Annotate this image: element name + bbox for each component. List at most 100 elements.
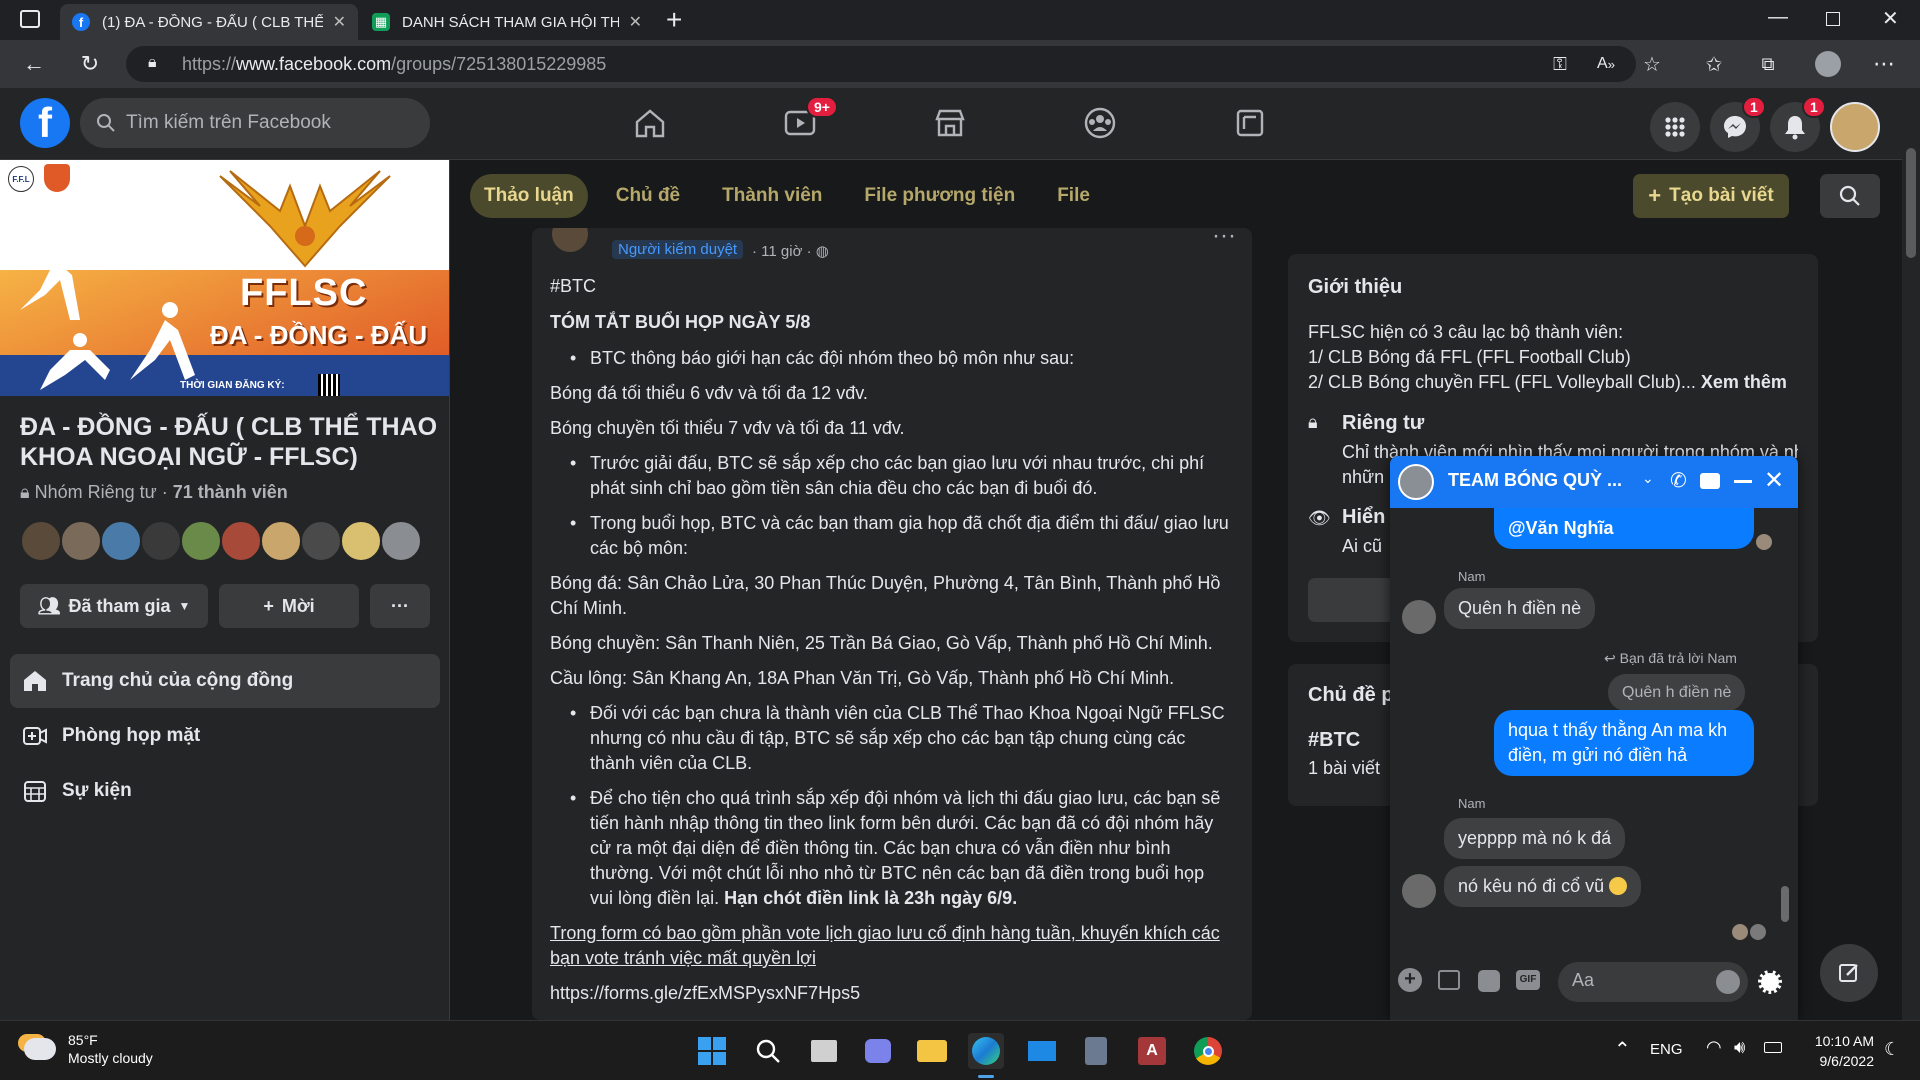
message-bubble-received[interactable]: nó kêu nó đi cổ vũ [1444,866,1642,907]
author-avatar[interactable] [550,228,590,254]
joined-button[interactable]: 👥︎ Đã tham gia ▼ [20,584,208,628]
nav-groups[interactable] [1070,98,1130,148]
sidebar-item-events[interactable]: Sự kiện [10,764,440,818]
window-close-icon[interactable]: ✕ [1882,6,1899,31]
profile-icon[interactable] [1812,48,1844,80]
more-options-button[interactable]: ··· [370,584,430,628]
see-more-link[interactable]: Xem thêm [1701,372,1787,392]
mail-icon[interactable] [1024,1033,1060,1069]
emoji-picker-icon[interactable] [1716,970,1740,994]
key-icon[interactable]: ⚿ [1544,48,1576,80]
close-chat-icon[interactable]: ✕ [1764,466,1784,495]
sender-avatar[interactable] [1402,600,1436,634]
group-cover-photo[interactable]: FFLSC ĐA - ĐỒNG - ĐẤU THỜI GIAN ĐĂNG KÝ:… [0,160,449,396]
read-aloud-icon[interactable]: A» [1590,48,1622,80]
wifi-icon[interactable]: ◠ [1706,1037,1722,1058]
chrome-icon[interactable] [1190,1033,1226,1069]
form-link[interactable]: https://forms.gle/zfExMSPysxNF7Hps5 [550,981,1232,1006]
post-time[interactable]: · 11 giờ · ◍ [752,242,829,260]
favorite-add-icon[interactable]: ☆ [1636,48,1668,80]
url-field[interactable]: 🔒︎ https://www.facebook.com/groups/72513… [126,46,1636,82]
menu-button[interactable] [1650,102,1700,152]
message-input[interactable]: Aa [1558,962,1748,1002]
create-post-button[interactable]: + Tạo bài viết [1633,174,1789,218]
sidebar-item-community-home[interactable]: Trang chủ của cộng đồng [10,654,440,708]
member-avatar[interactable] [220,520,262,562]
moderator-badge[interactable]: Người kiểm duyệt [612,240,744,259]
group-members[interactable]: 71 thành viên [173,482,288,502]
account-avatar[interactable] [1830,102,1880,152]
member-avatar[interactable] [140,520,182,562]
battery-icon[interactable] [1764,1042,1782,1053]
message-bubble-sent[interactable]: @Văn Nghĩa [1494,508,1754,549]
quoted-message[interactable]: Quên h điền nè [1608,674,1746,711]
sender-avatar[interactable] [1402,874,1436,908]
chat-avatar[interactable] [1398,464,1434,500]
favorites-icon[interactable]: ✩ [1698,48,1730,80]
video-call-icon[interactable] [1700,473,1720,489]
member-avatar[interactable] [60,520,102,562]
access-icon[interactable]: A [1134,1033,1170,1069]
scroll-thumb[interactable] [1781,886,1789,922]
chevron-up-icon[interactable]: ⌃ [1614,1037,1631,1062]
nav-home[interactable] [620,98,680,148]
image-icon[interactable] [1438,970,1460,990]
browser-tab-facebook[interactable]: f (1) ĐA - ĐỒNG - ĐẤU ( CLB THỂ ✕ [60,4,358,40]
chat-scrollbar[interactable] [1780,516,1790,944]
task-view-icon[interactable] [806,1033,842,1069]
chat-header[interactable]: TEAM BÓNG QUỲ ... ⌄ ✆ ✕ [1390,456,1798,508]
member-avatar[interactable] [100,520,142,562]
more-icon[interactable]: ⋯ [1868,48,1900,80]
group-search-button[interactable] [1820,174,1880,218]
minimize-icon[interactable]: — [1768,6,1788,29]
member-avatar[interactable] [380,520,422,562]
tab-topics[interactable]: Chủ đề [602,174,694,218]
back-icon[interactable]: ← [18,48,50,80]
gif-icon[interactable]: GIF [1516,970,1540,990]
calculator-icon[interactable] [1078,1033,1114,1069]
reload-icon[interactable]: ↻ [74,48,106,80]
search-icon[interactable] [750,1033,786,1069]
clock[interactable]: 10:10 AM 9/6/2022 [1804,1031,1874,1071]
invite-button[interactable]: + Mời [219,584,359,628]
edge-icon[interactable] [968,1033,1004,1069]
member-avatar[interactable] [340,520,382,562]
maximize-icon[interactable] [1826,12,1840,26]
close-tab-icon[interactable]: ✕ [629,12,642,32]
teams-chat-icon[interactable] [860,1033,896,1069]
chat-title[interactable]: TEAM BÓNG QUỲ ... [1448,470,1622,491]
tab-members[interactable]: Thành viên [708,174,836,218]
post-options-icon[interactable]: ··· [1212,228,1236,250]
file-explorer-icon[interactable] [914,1033,950,1069]
soccer-ball-icon[interactable] [1758,970,1782,994]
language-indicator[interactable]: ENG [1650,1041,1683,1058]
nav-marketplace[interactable] [920,98,980,148]
message-bubble-received[interactable]: Quên h điền nè [1444,588,1596,629]
tab-media[interactable]: File phương tiện [850,174,1029,218]
chevron-down-icon[interactable]: ⌄ [1642,470,1654,487]
close-tab-icon[interactable]: ✕ [333,12,346,32]
facebook-logo-icon[interactable]: f [20,98,70,148]
member-avatar[interactable] [20,520,62,562]
browser-tab-sheets[interactable]: ▦ DANH SÁCH THAM GIA HỘI THẢ ✕ [360,4,654,40]
nav-gaming[interactable] [1220,98,1280,148]
phone-icon[interactable]: ✆ [1670,468,1687,493]
new-message-button[interactable] [1820,944,1878,1002]
sticker-icon[interactable] [1478,970,1500,992]
tab-files[interactable]: File [1043,174,1104,218]
collections-icon[interactable]: ⧉ [1752,48,1784,80]
facebook-search-input[interactable]: Tìm kiếm trên Facebook [80,98,430,148]
new-tab-icon[interactable]: + [666,4,682,36]
volume-icon[interactable]: 🔊︎ [1734,1037,1745,1058]
group-name[interactable]: ĐA - ĐỒNG - ĐẤU ( CLB THỂ THAO KHOA NGOẠ… [20,412,440,472]
sidebar-item-rooms[interactable]: Phòng họp mặt [10,709,440,763]
nav-watch[interactable]: 9+ [770,96,838,148]
notifications-button[interactable]: 1 [1770,96,1826,152]
member-avatar[interactable] [180,520,222,562]
tab-actions-icon[interactable] [20,10,40,28]
plus-circle-icon[interactable]: + [1398,968,1422,992]
member-avatar[interactable] [260,520,302,562]
minimize-chat-icon[interactable] [1734,480,1752,483]
message-bubble-received[interactable]: yepppp mà nó k đá [1444,818,1626,859]
post-hashtag[interactable]: #BTC [550,274,1232,299]
